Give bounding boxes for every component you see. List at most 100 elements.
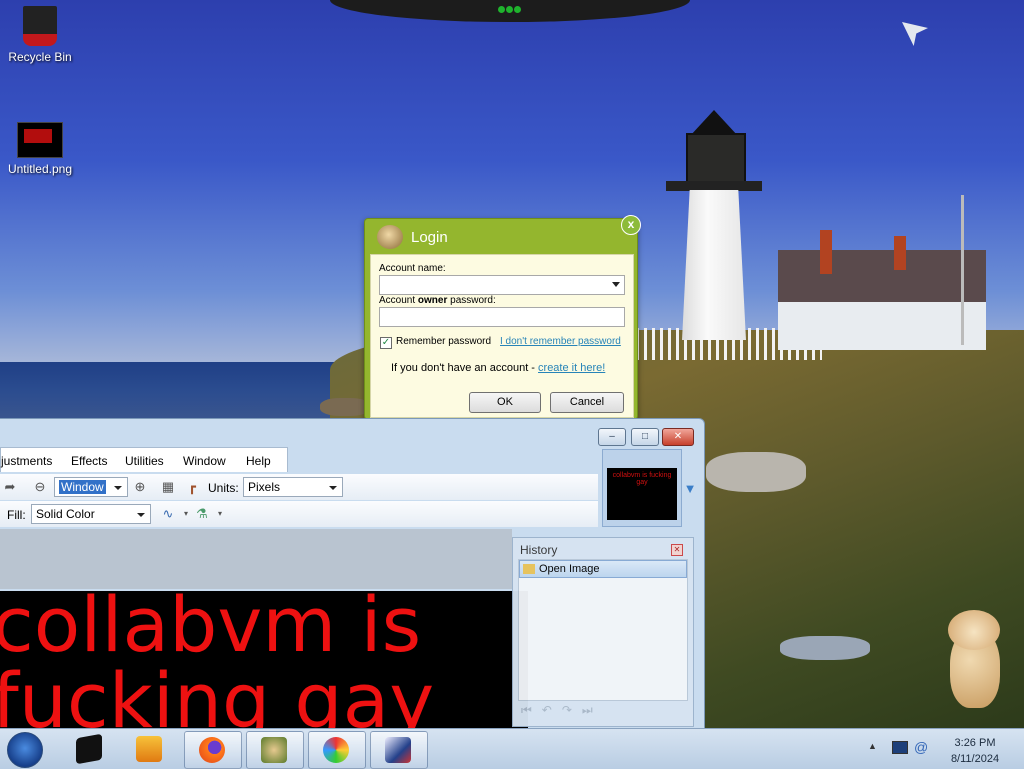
menu-window[interactable]: Window <box>183 454 226 468</box>
toolbar-row-2: Fill: Solid Color ∿ ▾ ⚗ ▾ <box>0 501 598 527</box>
flask-icon[interactable]: ⚗ <box>194 506 210 522</box>
menu-help[interactable]: Help <box>246 454 271 468</box>
remember-password-label: Remember password <box>396 336 492 347</box>
history-close-button[interactable]: ✕ <box>671 544 683 556</box>
recycle-bin-icon <box>23 6 57 46</box>
lighthouse <box>666 105 762 340</box>
taskbar-firefox[interactable] <box>184 731 242 769</box>
curve-icon[interactable]: ∿ <box>160 506 176 522</box>
account-name-label: Account name: <box>379 263 446 274</box>
paint-net-icon <box>385 737 411 763</box>
firefox-icon <box>199 737 225 763</box>
media-player-icon <box>136 736 162 762</box>
login-title: Login <box>411 229 448 246</box>
clock[interactable]: 3:26 PM 8/11/2024 <box>940 735 1010 767</box>
image-file-icon <box>17 122 63 158</box>
cancel-button[interactable]: Cancel <box>550 392 624 413</box>
no-account-text: If you don't have an account - create it… <box>391 362 606 374</box>
hamster-desktop-pet[interactable] <box>946 610 1004 710</box>
password-label: Account owner password: <box>379 295 496 306</box>
taskbar: ▲ @ 3:26 PM 8/11/2024 <box>0 728 1024 769</box>
zoom-value: Window <box>59 480 106 494</box>
units-value: Pixels <box>248 480 281 494</box>
taskbar-paint-net[interactable] <box>370 731 428 769</box>
zoom-out-icon[interactable]: ⊖ <box>32 479 48 495</box>
image-thumbnail-tab[interactable]: collabvm is fucking gay <box>602 449 682 527</box>
status-dot <box>506 6 513 13</box>
paint-net-window: – □ ✕ justments Effects Utilities Window… <box>0 418 705 730</box>
start-button[interactable] <box>7 732 43 768</box>
ok-button[interactable]: OK <box>469 392 541 413</box>
chevron-down-icon <box>114 486 122 490</box>
keepers-house <box>778 230 986 350</box>
login-form: Account name: Account owner password: ✓ … <box>370 254 634 418</box>
canvas-text-line: collabvm is <box>0 591 422 669</box>
status-dot <box>514 6 521 13</box>
thumbnail-menu-icon[interactable]: ▼ <box>682 481 698 497</box>
chevron-down-icon[interactable]: ▾ <box>212 506 228 522</box>
thumbnail-preview: collabvm is fucking gay <box>607 468 677 520</box>
fill-label: Fill: <box>7 508 26 522</box>
fill-select[interactable]: Solid Color <box>31 504 151 524</box>
canvas-text-line: fucking gay <box>0 656 435 730</box>
close-button[interactable]: ✕ <box>662 428 694 446</box>
network-icon[interactable] <box>892 741 908 754</box>
taskbar-show-desktop[interactable] <box>62 731 118 767</box>
pet-app-icon <box>261 737 287 763</box>
history-nav-buttons[interactable]: ⏮↶↷⏭ <box>521 703 603 718</box>
menu-bar: justments Effects Utilities Window Help <box>0 447 288 472</box>
sync-icon[interactable]: @ <box>914 739 928 755</box>
clock-date: 8/11/2024 <box>950 753 1000 765</box>
fill-value: Solid Color <box>36 507 95 521</box>
desktop-icon-untitled-png[interactable]: Untitled.png <box>0 122 80 176</box>
chevron-down-icon[interactable]: ▾ <box>178 506 194 522</box>
paint-icon <box>323 737 349 763</box>
rock <box>780 636 870 660</box>
history-item[interactable]: Open Image <box>519 560 687 578</box>
history-panel: History ✕ Open Image ⏮↶↷⏭ <box>512 537 694 727</box>
forgot-password-link[interactable]: I don't remember password <box>500 336 621 347</box>
login-close-button[interactable]: x <box>621 215 641 235</box>
top-gadget-bar <box>330 0 690 22</box>
units-select[interactable]: Pixels <box>243 477 343 497</box>
zoom-select[interactable]: Window <box>54 477 128 497</box>
create-account-link[interactable]: create it here! <box>538 362 605 374</box>
chevron-down-icon[interactable] <box>612 282 620 287</box>
clock-time: 3:26 PM <box>954 737 996 749</box>
minimize-button[interactable]: – <box>598 428 626 446</box>
image-canvas[interactable]: collabvm is fucking gay <box>0 591 528 729</box>
system-tray: ▲ @ 3:26 PM 8/11/2024 <box>868 733 1018 765</box>
desktop-cube-icon <box>76 733 102 765</box>
status-dot <box>498 6 505 13</box>
toolbar-row-1: ➦ ⊖ Window ⊕ ▦ ┏ Units: Pixels <box>0 474 598 500</box>
remember-password-checkbox[interactable]: ✓ <box>380 337 392 349</box>
redo-icon[interactable]: ➦ <box>2 479 18 495</box>
history-title: History <box>520 543 558 557</box>
canvas-workspace <box>0 529 512 589</box>
units-label: Units: <box>208 481 239 495</box>
rock <box>706 452 806 492</box>
chevron-down-icon <box>137 513 145 517</box>
desktop-icon-label: Untitled.png <box>7 162 73 176</box>
desktop-icon-label: Recycle Bin <box>8 50 72 64</box>
taskbar-paint[interactable] <box>308 731 366 769</box>
menu-adjustments[interactable]: justments <box>1 454 52 468</box>
zoom-in-icon[interactable]: ⊕ <box>132 479 148 495</box>
menu-effects[interactable]: Effects <box>71 454 107 468</box>
flag-pole <box>961 195 964 345</box>
hamster-logo-icon <box>377 225 403 249</box>
account-name-combobox[interactable] <box>379 275 625 295</box>
chevron-down-icon <box>329 486 337 490</box>
history-list: Open Image <box>518 559 688 701</box>
ruler-icon[interactable]: ┏ <box>184 479 200 495</box>
folder-icon <box>523 564 535 574</box>
maximize-button[interactable]: □ <box>631 428 659 446</box>
pointer-gadget-icon <box>902 22 928 46</box>
grid-icon[interactable]: ▦ <box>160 479 176 495</box>
password-field[interactable] <box>379 307 625 327</box>
tray-expand-icon[interactable]: ▲ <box>868 741 877 751</box>
taskbar-pet-app[interactable] <box>246 731 304 769</box>
taskbar-media-player[interactable] <box>122 731 178 767</box>
menu-utilities[interactable]: Utilities <box>125 454 164 468</box>
desktop-icon-recycle-bin[interactable]: Recycle Bin <box>0 6 80 64</box>
